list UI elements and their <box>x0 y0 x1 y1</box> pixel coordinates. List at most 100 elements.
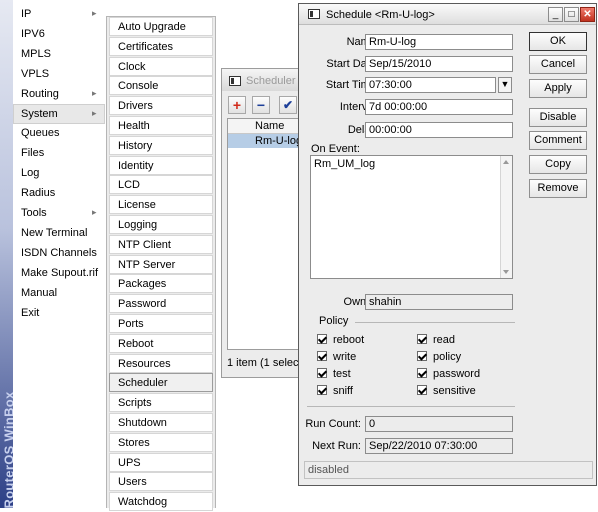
comment-button[interactable]: Comment <box>529 131 587 150</box>
submenu-item-health[interactable]: Health <box>109 116 213 135</box>
menu-item-ipv6[interactable]: IPV6 <box>13 24 105 44</box>
apply-button[interactable]: Apply <box>529 79 587 98</box>
menu-item-queues[interactable]: Queues <box>13 123 105 143</box>
submenu-item-clock[interactable]: Clock <box>109 56 213 76</box>
name-field[interactable]: Rm-U-log <box>365 34 513 50</box>
menu-item-vpls[interactable]: VPLS <box>13 64 105 84</box>
write-label: write <box>333 351 357 363</box>
on-event-textarea[interactable]: Rm_UM_log <box>310 155 513 279</box>
submenu-item-lcd[interactable]: LCD <box>109 175 213 195</box>
enable-button[interactable]: ✔ <box>279 96 297 114</box>
read-label: read <box>433 334 456 346</box>
menu-item-make-supout-rif[interactable]: Make Supout.rif <box>13 263 105 283</box>
copy-button[interactable]: Copy <box>529 155 587 174</box>
interval-field[interactable]: 7d 00:00:00 <box>365 99 513 115</box>
menu-item-radius[interactable]: Radius <box>13 183 105 203</box>
submenu-item-password[interactable]: Password <box>109 294 213 314</box>
dialog-title: Schedule <Rm-U-log> <box>326 9 435 21</box>
start-time-field[interactable]: 07:30:00 <box>365 77 496 93</box>
start-time-dropdown-icon[interactable]: ▼ <box>498 77 512 93</box>
cancel-button[interactable]: Cancel <box>529 55 587 74</box>
reboot-checkbox[interactable] <box>317 334 327 344</box>
submenu-item-watchdog[interactable]: Watchdog <box>109 492 213 512</box>
submenu-item-license[interactable]: License <box>109 195 213 215</box>
menu-item-new-terminal[interactable]: New Terminal <box>13 223 105 243</box>
submenu-item-logging[interactable]: Logging <box>109 215 213 234</box>
remove-button[interactable]: Remove <box>529 179 587 198</box>
submenu-item-users[interactable]: Users <box>109 472 213 492</box>
delay-field[interactable]: 00:00:00 <box>365 122 513 138</box>
submenu-item-ntp-client[interactable]: NTP Client <box>109 234 213 254</box>
menu-item-manual[interactable]: Manual <box>13 283 105 303</box>
ok-button[interactable]: OK <box>529 32 587 51</box>
submenu-item-certificates[interactable]: Certificates <box>109 36 213 56</box>
menu-item-label: System <box>21 107 58 120</box>
scheduler-titlebar[interactable]: Scheduler <box>222 69 304 91</box>
sensitive-checkbox[interactable] <box>417 385 427 395</box>
menu-item-tools[interactable]: Tools ▸ <box>13 203 105 223</box>
submenu-item-reboot[interactable]: Reboot <box>109 333 213 353</box>
submenu-item-history[interactable]: History <box>109 135 213 155</box>
menu-item-system[interactable]: System ▸ <box>13 103 105 124</box>
next-run-field: Sep/22/2010 07:30:00 <box>365 438 513 454</box>
submenu-item-ports[interactable]: Ports <box>109 314 213 333</box>
dialog-titlebar[interactable]: Schedule <Rm-U-log> _ □ ✕ <box>299 4 596 25</box>
close-button[interactable]: ✕ <box>580 7 595 22</box>
submenu-item-ups[interactable]: UPS <box>109 452 213 472</box>
password-checkbox[interactable] <box>417 368 427 378</box>
table-row[interactable]: Rm-U-log <box>228 134 304 148</box>
list-header: Name <box>228 119 304 134</box>
scroll-up-icon[interactable] <box>503 160 509 164</box>
submenu-item-stores[interactable]: Stores <box>109 432 213 452</box>
scroll-down-icon[interactable] <box>503 270 509 274</box>
menu-item-files[interactable]: Files <box>13 143 105 163</box>
menu-item-label: Make Supout.rif <box>21 266 99 279</box>
read-checkbox[interactable] <box>417 334 427 344</box>
menu-item-isdn-channels[interactable]: ISDN Channels <box>13 243 105 263</box>
system-submenu: Auto Upgrade Certificates Clock Console Driv… <box>106 16 216 512</box>
brand-strip: RouterOS WinBox <box>0 0 13 508</box>
add-button[interactable]: + <box>228 96 246 114</box>
submenu-item-scripts[interactable]: Scripts <box>109 393 213 413</box>
menu-item-label: Manual <box>21 286 58 299</box>
menu-item-label: Files <box>21 147 45 160</box>
submenu-item-shutdown[interactable]: Shutdown <box>109 413 213 432</box>
submenu-item-packages[interactable]: Packages <box>109 274 213 294</box>
menu-item-ip[interactable]: IP ▸ <box>13 4 105 24</box>
column-name-header[interactable]: Name <box>255 120 284 132</box>
minimize-button[interactable]: _ <box>548 7 563 22</box>
write-checkbox[interactable] <box>317 351 327 361</box>
main-menu: IP ▸ IPV6 MPLS VPLS Routing ▸ System ▸ Queues File… <box>13 0 105 508</box>
submenu-item-ntp-server[interactable]: NTP Server <box>109 254 213 274</box>
menu-item-exit[interactable]: Exit <box>13 303 105 323</box>
start-date-field[interactable]: Sep/15/2010 <box>365 56 513 72</box>
menu-item-label: Exit <box>21 306 40 319</box>
sniff-label: sniff <box>333 385 353 397</box>
policy-checkbox[interactable] <box>417 351 427 361</box>
test-checkbox[interactable] <box>317 368 327 378</box>
submenu-item-auto-upgrade[interactable]: Auto Upgrade <box>109 17 213 36</box>
run-count-field: 0 <box>365 416 513 432</box>
menu-item-label: Queues <box>21 127 60 140</box>
menu-item-routing[interactable]: Routing ▸ <box>13 84 105 104</box>
password-label: password <box>433 368 481 380</box>
remove-button[interactable]: − <box>252 96 270 114</box>
disable-button[interactable]: Disable <box>529 108 587 127</box>
submenu-item-scheduler[interactable]: Scheduler <box>109 373 213 393</box>
maximize-button[interactable]: □ <box>564 7 579 22</box>
submenu-arrow-icon: ▸ <box>92 8 97 18</box>
scheduler-window: Scheduler + − ✔ Name Rm-U-log 1 item (1 … <box>221 68 305 378</box>
menu-item-mpls[interactable]: MPLS <box>13 44 105 64</box>
menu-item-label: IPV6 <box>21 27 45 40</box>
menu-item-label: MPLS <box>21 47 51 60</box>
reboot-label: reboot <box>333 334 365 346</box>
submenu-item-resources[interactable]: Resources <box>109 353 213 373</box>
dialog-status-bar: disabled <box>304 461 593 479</box>
submenu-item-identity[interactable]: Identity <box>109 155 213 175</box>
policy-label: policy <box>433 351 462 363</box>
submenu-item-console[interactable]: Console <box>109 76 213 96</box>
sniff-checkbox[interactable] <box>317 385 327 395</box>
menu-item-log[interactable]: Log <box>13 163 105 183</box>
submenu-item-drivers[interactable]: Drivers <box>109 96 213 116</box>
on-event-scrollbar[interactable] <box>500 156 512 278</box>
